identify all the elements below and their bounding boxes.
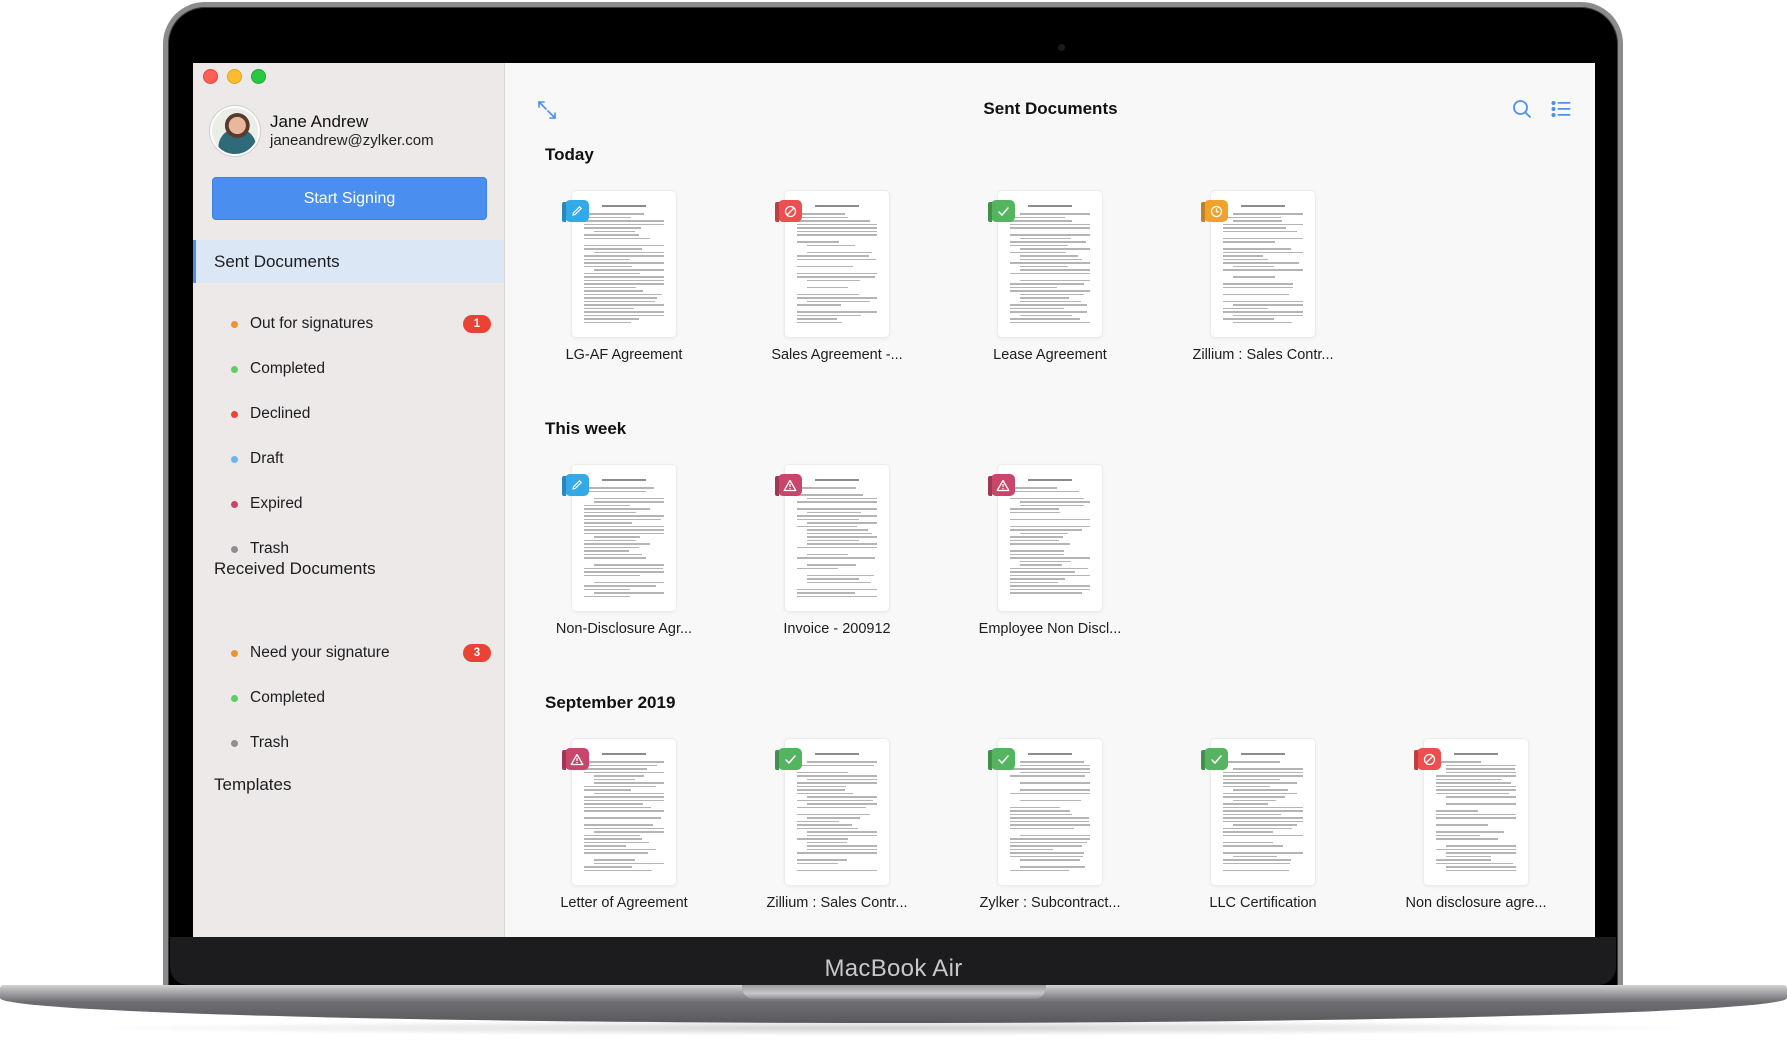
sidebar-item-label: Expired: [250, 495, 303, 512]
status-dot-icon: [231, 649, 238, 657]
warning-icon: [778, 474, 802, 496]
clock-icon: [1204, 200, 1228, 222]
status-dot-icon: [231, 410, 238, 418]
warning-icon: [565, 748, 589, 770]
checkmark-icon: [991, 200, 1015, 222]
start-signing-button[interactable]: Start Signing: [212, 177, 487, 220]
document-name: Non disclosure agre...: [1405, 895, 1547, 911]
sidebar-header-label: Templates: [214, 774, 292, 794]
sidebar-header-label: Received Documents: [214, 558, 376, 578]
camera-icon: [1058, 44, 1065, 51]
status-dot-icon: [231, 739, 238, 747]
count-badge: 3: [463, 644, 491, 662]
count-badge: 1: [463, 315, 491, 333]
document-name: Invoice - 200912: [783, 621, 891, 637]
app-window: Jane Andrew janeandrew@zylker.com Start …: [193, 63, 1595, 937]
sidebar-item-out-for-signatures[interactable]: Out for signatures 1: [193, 307, 504, 341]
sidebar-item-expired[interactable]: Expired: [193, 487, 504, 521]
sidebar-item-declined[interactable]: Declined: [193, 397, 504, 431]
section-title: Today: [545, 145, 594, 164]
document-card[interactable]: LG-AF Agreement: [534, 191, 714, 363]
document-name: Non-Disclosure Agr...: [555, 621, 693, 637]
page-title: Sent Documents: [983, 99, 1118, 118]
sidebar-header-received-documents[interactable]: Received Documents: [193, 547, 504, 590]
pencil-icon: [565, 200, 589, 222]
document-name: LG-AF Agreement: [565, 347, 683, 363]
checkmark-icon: [1204, 748, 1228, 770]
user-name: Jane Andrew: [270, 112, 369, 131]
document-name: Zylker : Subcontract...: [979, 895, 1121, 911]
document-name: Lease Agreement: [993, 347, 1107, 363]
status-dot-icon: [231, 365, 238, 373]
laptop-notch: [742, 985, 1046, 999]
document-card[interactable]: LLC Certification: [1173, 739, 1353, 911]
sidebar-item-label: Need your signature: [250, 644, 390, 661]
document-card[interactable]: Zillium : Sales Contr...: [1173, 191, 1353, 363]
device-label: MacBook Air: [824, 955, 963, 982]
status-dot-icon: [231, 320, 238, 328]
warning-icon: [991, 474, 1015, 496]
user-email: janeandrew@zylker.com: [270, 132, 434, 149]
sidebar-item-label: Completed: [250, 360, 325, 377]
status-dot-icon: [231, 694, 238, 702]
document-card[interactable]: Sales Agreement -...: [747, 191, 927, 363]
document-card[interactable]: Invoice - 200912: [747, 465, 927, 637]
sidebar: Jane Andrew janeandrew@zylker.com Start …: [193, 63, 505, 937]
sidebar-item-label: Completed: [250, 689, 325, 706]
sidebar-header-templates[interactable]: Templates: [193, 763, 504, 806]
document-card[interactable]: Zillium : Sales Contr...: [747, 739, 927, 911]
sidebar-item-trash[interactable]: Trash: [193, 726, 504, 760]
section-title: September 2019: [545, 693, 676, 712]
document-card[interactable]: Lease Agreement: [960, 191, 1140, 363]
main-content: Sent Documents Today LG-AF Agreement Sales…: [506, 63, 1595, 937]
section-title: This week: [545, 419, 627, 438]
list-view-icon[interactable]: [1551, 100, 1571, 118]
close-window-button[interactable]: [203, 69, 218, 84]
status-dot-icon: [231, 455, 238, 463]
sidebar-item-completed[interactable]: Completed: [193, 352, 504, 386]
window-controls: [203, 69, 266, 84]
document-name: Zillium : Sales Contr...: [1192, 347, 1334, 363]
sidebar-item-label: Draft: [250, 450, 284, 467]
sidebar-item-draft[interactable]: Draft: [193, 442, 504, 476]
status-dot-icon: [231, 500, 238, 508]
checkmark-icon: [991, 748, 1015, 770]
document-name: LLC Certification: [1209, 895, 1317, 911]
sidebar-header-sent-documents[interactable]: Sent Documents: [193, 240, 504, 283]
minimize-window-button[interactable]: [227, 69, 242, 84]
document-card[interactable]: Non-Disclosure Agr...: [534, 465, 714, 637]
document-card[interactable]: Letter of Agreement: [534, 739, 714, 911]
sidebar-item-need-your-signature[interactable]: Need your signature 3: [193, 636, 504, 670]
prohibited-icon: [1417, 748, 1441, 770]
document-card[interactable]: Non disclosure agre...: [1386, 739, 1566, 911]
document-name: Zillium : Sales Contr...: [766, 895, 908, 911]
sidebar-item-label: Trash: [250, 734, 290, 751]
sidebar-header-label: Sent Documents: [214, 251, 340, 271]
document-name: Sales Agreement -...: [771, 347, 903, 363]
document-name: Letter of Agreement: [560, 895, 688, 911]
sidebar-item-label: Out for signatures: [250, 315, 374, 332]
prohibited-icon: [778, 200, 802, 222]
pencil-icon: [565, 474, 589, 496]
sidebar-item-label: Declined: [250, 405, 311, 422]
user-profile[interactable]: Jane Andrew janeandrew@zylker.com: [210, 106, 434, 156]
document-name: Employee Non Discl...: [978, 621, 1122, 637]
document-card[interactable]: Zylker : Subcontract...: [960, 739, 1140, 911]
zoom-window-button[interactable]: [251, 69, 266, 84]
avatar: [210, 106, 260, 156]
search-icon[interactable]: [1512, 99, 1532, 119]
checkmark-icon: [778, 748, 802, 770]
document-card[interactable]: Employee Non Discl...: [960, 465, 1140, 637]
sidebar-item-completed[interactable]: Completed: [193, 681, 504, 715]
